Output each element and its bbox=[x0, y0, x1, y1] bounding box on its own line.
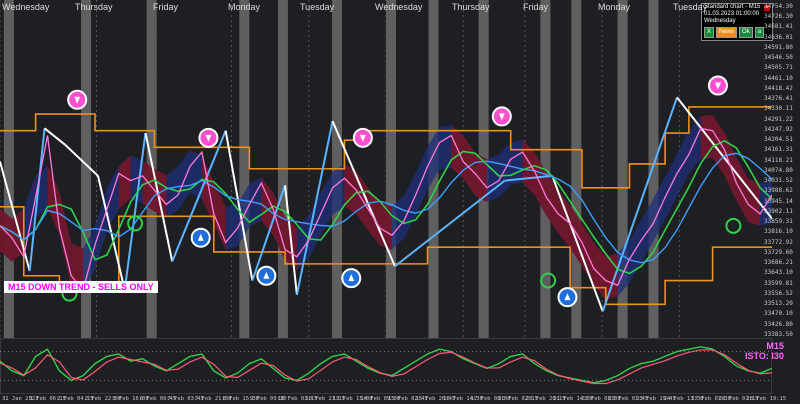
oscillator-chart bbox=[0, 338, 772, 394]
day-label: Wednesday bbox=[375, 2, 423, 12]
oscillator-labels: M15 ISTO: I30 bbox=[745, 341, 784, 361]
price-tick-label: 33513.20 bbox=[764, 300, 793, 308]
price-tick-label: 33383.50 bbox=[764, 330, 793, 338]
price-tick-label: 34074.80 bbox=[764, 166, 793, 174]
day-label: Tuesday bbox=[300, 2, 335, 12]
bear-cloud-segment bbox=[380, 202, 392, 250]
price-tick-label: 33902.11 bbox=[764, 207, 793, 215]
bear-cloud-segment bbox=[700, 114, 713, 160]
price-tick-label: 33426.80 bbox=[764, 320, 793, 328]
price-tick-label: 34161.31 bbox=[764, 146, 793, 154]
price-tick-label: 33729.60 bbox=[764, 248, 793, 256]
price-tick-label: 33643.10 bbox=[764, 269, 793, 277]
price-tick-label: 34204.51 bbox=[764, 136, 793, 144]
bear-cloud-segment bbox=[154, 168, 167, 218]
oscillator-frame bbox=[0, 338, 772, 394]
price-tick-label: 33686.21 bbox=[764, 259, 793, 267]
info-panel-time: 01:00:00 bbox=[735, 11, 760, 17]
alert-button[interactable]: a bbox=[754, 27, 765, 38]
day-label: Tuesday bbox=[673, 2, 708, 12]
day-label: Wednesday bbox=[2, 2, 50, 12]
session-band bbox=[648, 0, 659, 338]
bear-cloud-segment bbox=[451, 125, 464, 179]
price-tick-label: 34461.10 bbox=[764, 74, 793, 82]
day-label: Friday bbox=[523, 2, 549, 12]
price-tick-label: 33945.14 bbox=[764, 197, 793, 205]
trading-chart: M15 DOWN TREND - SELLS ONLY Standard cha… bbox=[0, 0, 800, 404]
price-tick-label: 34118.21 bbox=[764, 156, 793, 164]
ok-button[interactable]: Ok bbox=[739, 27, 753, 38]
price-tick-label: 34418.42 bbox=[764, 84, 793, 92]
bear-cloud-segment bbox=[47, 165, 60, 235]
info-panel[interactable]: Standard chart - M15 01.03.2023 01:00:00… bbox=[701, 3, 773, 41]
session-band bbox=[386, 0, 396, 338]
info-panel-buttons: X News Ok a bbox=[704, 27, 765, 38]
price-tick-label: 34376.41 bbox=[764, 95, 793, 103]
price-tick-label: 33772.92 bbox=[764, 238, 793, 246]
day-label: Monday bbox=[228, 2, 261, 12]
price-tick-label: 34681.41 bbox=[764, 23, 793, 31]
price-tick-label: 34031.52 bbox=[764, 177, 793, 185]
price-tick-label: 34636.01 bbox=[764, 33, 793, 41]
info-panel-date: 01.03.2023 bbox=[704, 11, 735, 17]
close-x-button[interactable]: X bbox=[704, 27, 715, 38]
day-label: Monday bbox=[598, 2, 631, 12]
bear-cloud-segment bbox=[736, 157, 749, 222]
price-tick-label: 34546.50 bbox=[764, 54, 793, 62]
exit-signal-marker bbox=[725, 217, 742, 234]
news-button[interactable]: News bbox=[716, 27, 738, 38]
price-tick-label: 34291.22 bbox=[764, 115, 793, 123]
price-tick-label: 34726.30 bbox=[764, 13, 793, 21]
bear-cloud-segment bbox=[118, 155, 131, 210]
date-tick-label: 28 Feb 19:15 bbox=[746, 396, 787, 402]
price-tick-label: 34330.11 bbox=[764, 105, 793, 113]
price-tick-label: 34754.30 bbox=[764, 3, 793, 10]
oscillator-name-label: ISTO: I30 bbox=[745, 351, 784, 361]
info-panel-title: Standard chart - M15 bbox=[704, 4, 761, 10]
price-tick-label: 34247.92 bbox=[764, 125, 793, 133]
price-tick-label: 34591.80 bbox=[764, 43, 793, 51]
session-band bbox=[239, 0, 250, 338]
price-tick-label: 33859.31 bbox=[764, 218, 793, 226]
info-panel-day: Wednesday bbox=[704, 18, 736, 24]
trend-banner: M15 DOWN TREND - SELLS ONLY bbox=[4, 281, 158, 293]
price-tick-label: 33470.10 bbox=[764, 310, 793, 318]
oscillator-timeframe-label: M15 bbox=[766, 341, 784, 351]
day-label: Thursday bbox=[452, 2, 490, 12]
price-tick-label: 33988.62 bbox=[764, 187, 793, 195]
day-label: Thursday bbox=[75, 2, 113, 12]
info-panel-datetime: 01.03.2023 01:00:00 bbox=[702, 11, 772, 18]
day-label: Friday bbox=[153, 2, 179, 12]
price-tick-label: 33599.81 bbox=[764, 279, 793, 287]
price-tick-label: 33816.10 bbox=[764, 228, 793, 236]
price-tick-label: 34505.71 bbox=[764, 64, 793, 72]
price-tick-label: 33556.52 bbox=[764, 289, 793, 297]
